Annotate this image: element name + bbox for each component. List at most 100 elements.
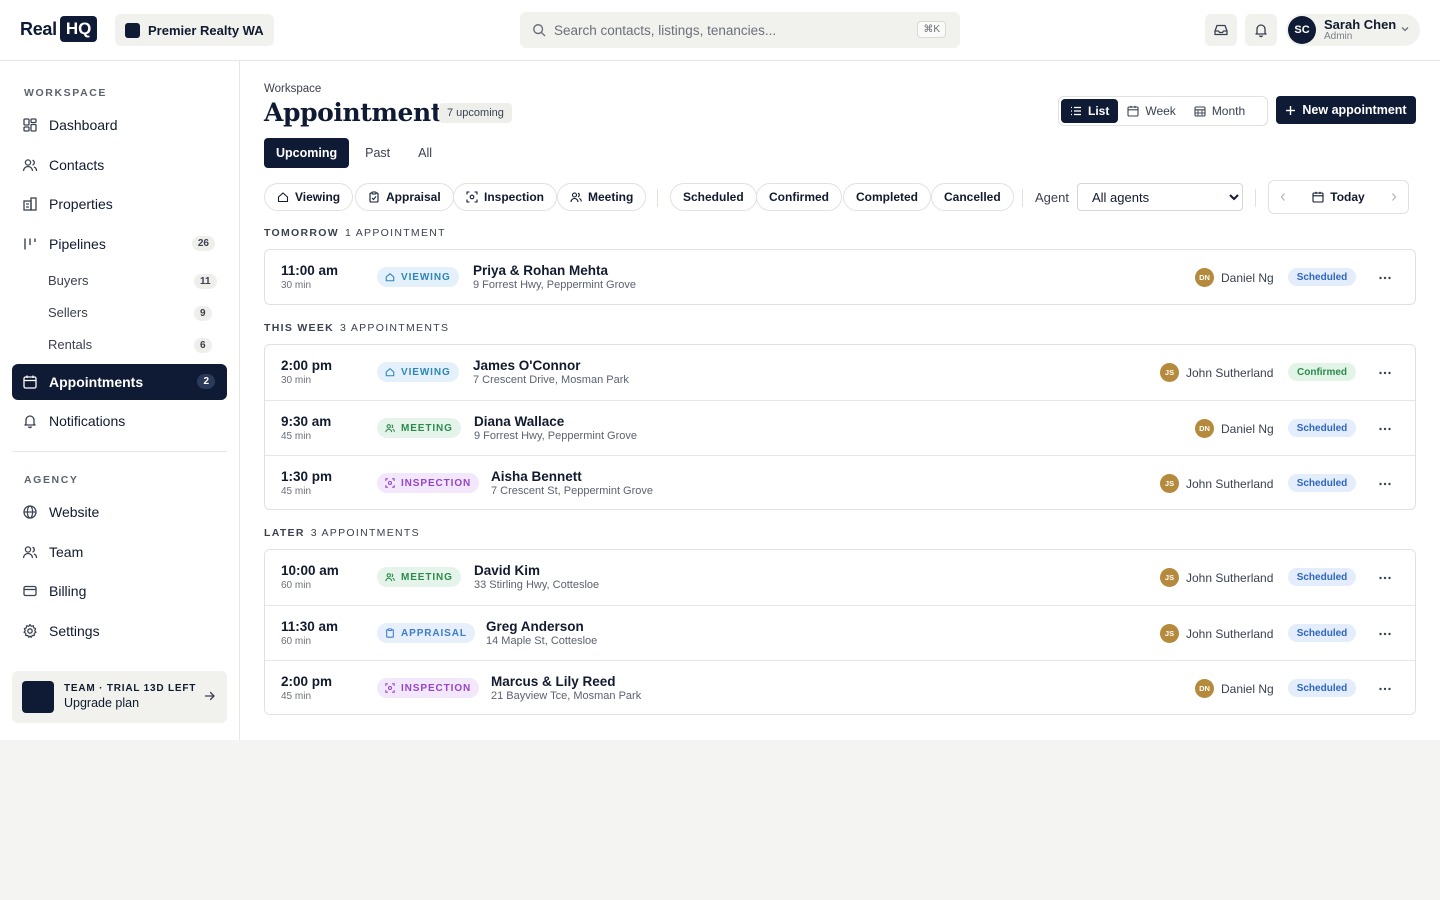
- contact-name[interactable]: James O'Connor: [473, 358, 581, 373]
- calendar-icon: [1127, 105, 1139, 117]
- home-icon: [385, 368, 395, 377]
- appointment-row[interactable]: 11:00 am 30 min VIEWING Priya & Rohan Me…: [265, 250, 1415, 304]
- appointment-row[interactable]: 2:00 pm 45 min INSPECTION Marcus & Lily …: [265, 660, 1415, 714]
- kanban-icon: [24, 238, 36, 250]
- sidebar-item-appointments[interactable]: Appointments 2: [12, 364, 227, 400]
- filter-chip-confirmed[interactable]: Confirmed: [756, 183, 842, 211]
- contact-name[interactable]: David Kim: [474, 563, 540, 578]
- user-name: Sarah Chen: [1324, 16, 1397, 32]
- sidebar-item-properties[interactable]: Properties: [12, 186, 227, 222]
- type-label: APPRAISAL: [401, 627, 467, 639]
- tab-past[interactable]: Past: [353, 138, 402, 168]
- status-badge: Scheduled: [1288, 568, 1356, 586]
- appointment-time: 9:30 am: [281, 414, 332, 429]
- more-options-icon[interactable]: [1378, 682, 1392, 696]
- logo-text: Real: [20, 18, 57, 39]
- count-badge: 9: [194, 306, 212, 321]
- group-title: THIS WEEK: [264, 322, 335, 334]
- contact-name[interactable]: Aisha Bennett: [491, 469, 582, 484]
- filter-chip-completed[interactable]: Completed: [843, 183, 932, 211]
- org-switcher[interactable]: Premier Realty WA: [115, 14, 274, 46]
- today-button[interactable]: Today: [1312, 190, 1365, 204]
- filter-chip-appraisal[interactable]: Appraisal: [355, 183, 454, 211]
- status-badge: Scheduled: [1288, 679, 1356, 697]
- sidebar-item-team[interactable]: Team: [12, 534, 227, 570]
- more-options-icon[interactable]: [1378, 366, 1392, 380]
- more-options-icon[interactable]: [1378, 271, 1392, 285]
- sidebar-subitem-sellers[interactable]: Sellers: [48, 305, 88, 320]
- inbox-button[interactable]: [1205, 14, 1237, 46]
- group-count: 3 APPOINTMENTS: [310, 527, 420, 539]
- filter-chip-meeting[interactable]: Meeting: [557, 183, 647, 211]
- logo[interactable]: Real HQ: [20, 16, 98, 42]
- filter-chip-viewing[interactable]: Viewing: [264, 183, 354, 211]
- appointment-row[interactable]: 9:30 am 45 min MEETING Diana Wallace 9 F…: [265, 400, 1415, 455]
- contact-name[interactable]: Diana Wallace: [474, 414, 564, 429]
- filter-chip-scheduled[interactable]: Scheduled: [670, 183, 757, 211]
- appointment-row[interactable]: 11:30 am 60 min APPRAISAL Greg Anderson …: [265, 605, 1415, 660]
- sidebar-subitem-rentals[interactable]: Rentals: [48, 337, 92, 352]
- type-badge-inspection: INSPECTION: [377, 678, 480, 698]
- chevron-left-icon[interactable]: [1279, 192, 1287, 202]
- view-week-button[interactable]: Week: [1118, 99, 1184, 123]
- users-icon: [385, 573, 395, 582]
- contact-name[interactable]: Marcus & Lily Reed: [491, 674, 616, 689]
- property-address: 9 Forrest Hwy, Peppermint Grove: [473, 279, 637, 291]
- bell-icon: [24, 415, 36, 429]
- more-options-icon[interactable]: [1378, 422, 1392, 436]
- global-search: ⌘K: [520, 12, 960, 48]
- sidebar-item-pipelines[interactable]: Pipelines 26: [12, 226, 227, 262]
- tab-all[interactable]: All: [406, 138, 444, 168]
- assigned-agent: JS John Sutherland: [1160, 624, 1273, 643]
- sidebar-item-settings[interactable]: Settings: [12, 613, 227, 649]
- appointment-time: 2:00 pm: [281, 674, 333, 689]
- sidebar-item-label: Appointments: [49, 374, 144, 390]
- sidebar-item-contacts[interactable]: Contacts: [12, 147, 227, 183]
- plan-icon: [22, 681, 54, 713]
- view-month-button[interactable]: Month: [1185, 99, 1254, 123]
- sidebar-item-notifications[interactable]: Notifications: [12, 403, 227, 439]
- notifications-button[interactable]: [1245, 14, 1277, 46]
- sidebar-item-billing[interactable]: Billing: [12, 573, 227, 609]
- sidebar-item-website[interactable]: Website: [12, 494, 227, 530]
- new-appointment-button[interactable]: New appointment: [1276, 96, 1416, 124]
- chevron-right-icon[interactable]: [1390, 192, 1398, 202]
- type-label: INSPECTION: [401, 477, 472, 489]
- count-badge: 26: [191, 236, 215, 251]
- filter-chip-label: Viewing: [295, 190, 341, 204]
- agent-avatar: JS: [1160, 474, 1179, 493]
- upgrade-plan-card[interactable]: TEAM · TRIAL 13D LEFT Upgrade plan: [12, 671, 227, 723]
- sidebar-item-label: Contacts: [49, 157, 105, 173]
- appointment-row[interactable]: 2:00 pm 30 min VIEWING James O'Connor 7 …: [265, 345, 1415, 400]
- credit-card-icon: [23, 585, 37, 597]
- agent-avatar: DN: [1195, 419, 1214, 438]
- view-list-button[interactable]: List: [1061, 99, 1119, 123]
- sidebar: WORKSPACE Dashboard Contacts Properties …: [0, 61, 240, 740]
- arrow-right-icon: [204, 691, 215, 701]
- filter-chip-cancelled[interactable]: Cancelled: [931, 183, 1014, 211]
- search-input[interactable]: [554, 22, 894, 38]
- app-window: Real HQ Premier Realty WA ⌘K SC Sarah Ch…: [0, 0, 1440, 740]
- page-title: Appointments: [264, 98, 456, 127]
- appointment-time: 11:30 am: [281, 619, 339, 634]
- breadcrumb[interactable]: Workspace: [264, 83, 321, 95]
- agent-filter-select[interactable]: All agents: [1077, 183, 1243, 211]
- clipboard-icon: [369, 191, 379, 203]
- user-menu[interactable]: SC Sarah Chen Admin: [1286, 14, 1420, 46]
- tab-upcoming[interactable]: Upcoming: [264, 138, 350, 168]
- contact-name[interactable]: Greg Anderson: [486, 619, 584, 634]
- type-badge-viewing: VIEWING: [377, 267, 459, 287]
- calendar-icon: [1312, 191, 1324, 203]
- more-options-icon[interactable]: [1378, 627, 1392, 641]
- logo-mark: HQ: [59, 16, 98, 42]
- filter-chip-inspection[interactable]: Inspection: [453, 183, 558, 211]
- more-options-icon[interactable]: [1378, 477, 1392, 491]
- appointment-row[interactable]: 10:00 am 60 min MEETING David Kim 33 Sti…: [265, 550, 1415, 605]
- sidebar-item-dashboard[interactable]: Dashboard: [12, 107, 227, 143]
- appointment-time: 11:00 am: [281, 263, 339, 278]
- sidebar-item-label: Dashboard: [49, 117, 118, 133]
- contact-name[interactable]: Priya & Rohan Mehta: [473, 263, 608, 278]
- appointment-row[interactable]: 1:30 pm 45 min INSPECTION Aisha Bennett …: [265, 455, 1415, 509]
- more-options-icon[interactable]: [1378, 571, 1392, 585]
- sidebar-subitem-buyers[interactable]: Buyers: [48, 273, 88, 288]
